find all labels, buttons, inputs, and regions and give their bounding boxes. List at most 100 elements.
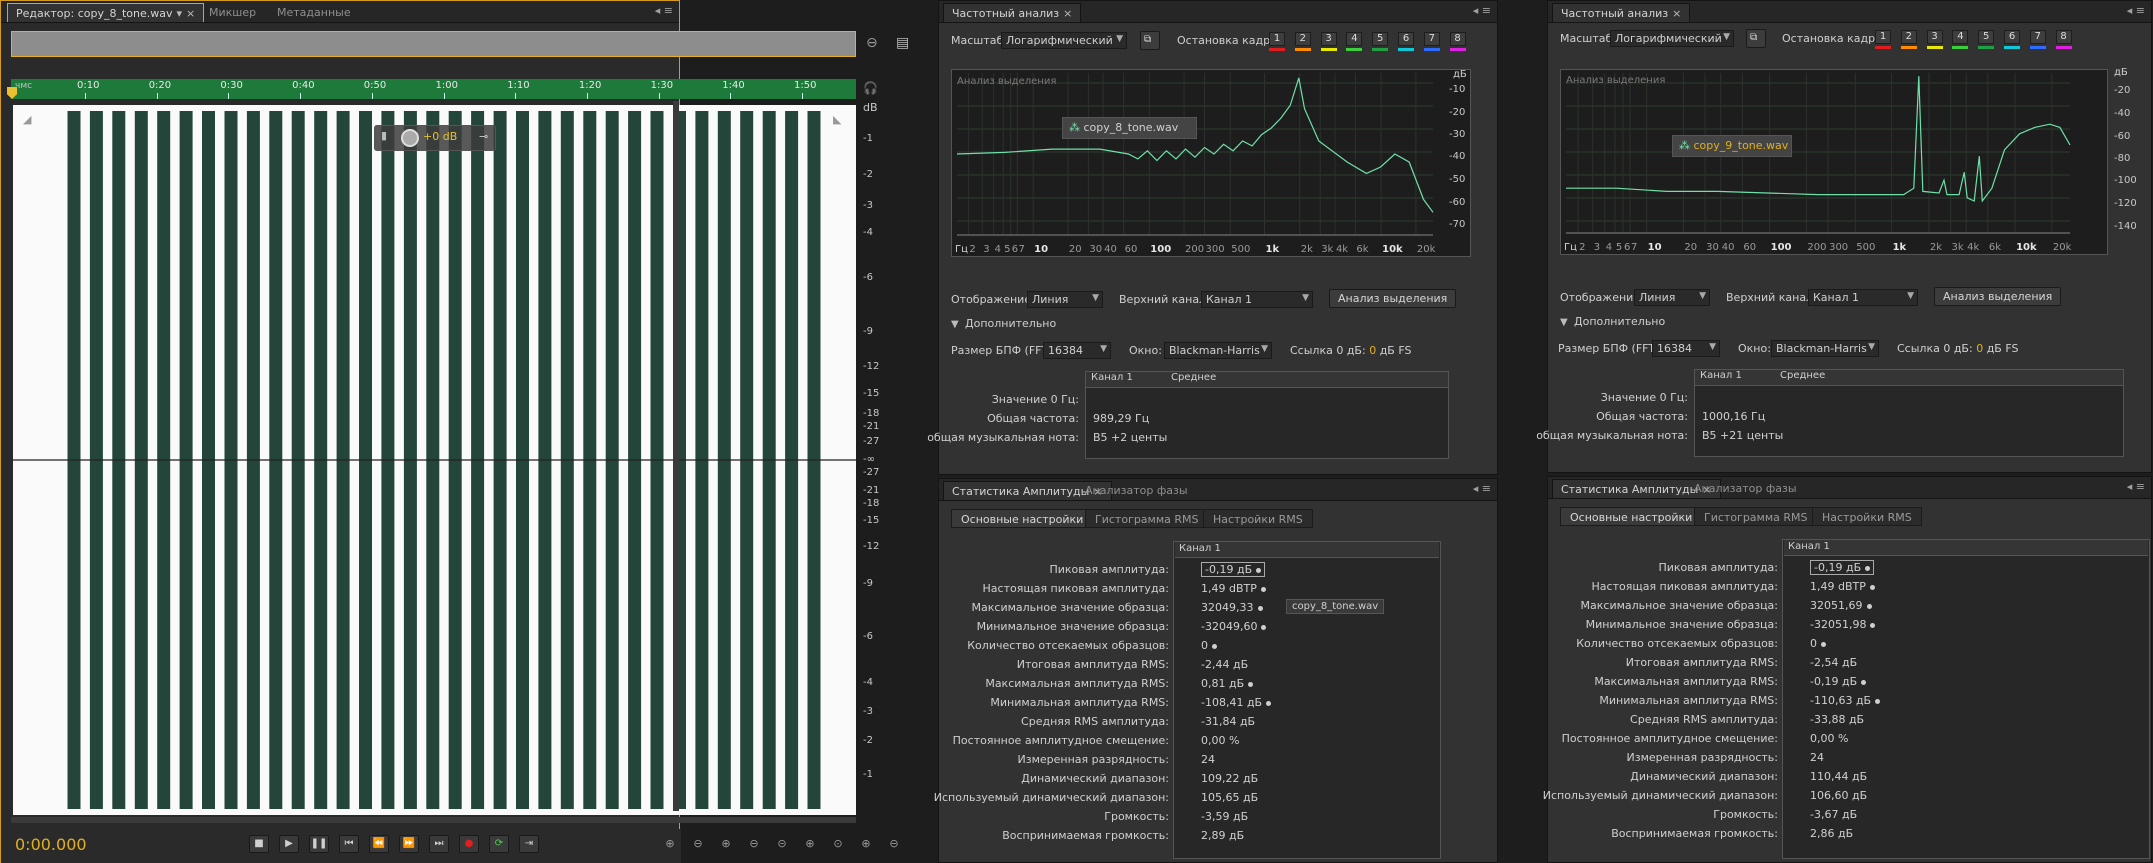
amp-row-value[interactable]: -0,19 дБ xyxy=(1201,562,1266,577)
marker-dot-icon[interactable] xyxy=(1821,641,1826,647)
expand-triangle-icon[interactable]: ▼ xyxy=(951,319,959,330)
hold-button-7[interactable]: 7 xyxy=(2029,30,2046,44)
zoom-in-point-icon[interactable]: ⊕ xyxy=(857,835,875,853)
skip-selection-button[interactable]: ⇥ xyxy=(519,835,539,853)
rewind-button[interactable]: ⏪ xyxy=(369,835,389,853)
advanced-label[interactable]: Дополнительно xyxy=(1574,315,1665,328)
panel-menu-icon[interactable]: ◂ ≡ xyxy=(655,4,673,17)
hold-button-5[interactable]: 5 xyxy=(1372,32,1389,46)
fast-forward-button[interactable]: ⏩ xyxy=(399,835,419,853)
tab-mixer[interactable]: Микшер xyxy=(201,3,264,22)
marker-dot-icon[interactable] xyxy=(1875,698,1881,704)
marker-dot-icon[interactable] xyxy=(1869,584,1875,590)
horizontal-scrollbar[interactable] xyxy=(11,817,856,823)
hold-button-5[interactable]: 5 xyxy=(1978,30,1995,44)
ref-value[interactable]: 0 xyxy=(1369,344,1376,357)
scale-dropdown[interactable]: Логарифмический ▼ xyxy=(1610,30,1734,47)
zoom-selection-icon[interactable]: ⊙ xyxy=(829,835,847,853)
marker-dot-icon[interactable] xyxy=(1257,605,1263,611)
skip-to-end-button[interactable]: ⏭ xyxy=(429,835,449,853)
marker-dot-icon[interactable] xyxy=(1261,624,1267,630)
fade-in-handle-icon[interactable]: ◢ xyxy=(23,113,31,126)
window-dropdown[interactable]: Blackman-Harris ▼ xyxy=(1771,340,1879,357)
pause-button[interactable]: ❚❚ xyxy=(309,835,329,853)
display-dropdown[interactable]: Линия ▼ xyxy=(1634,289,1710,306)
marker-dot-icon[interactable] xyxy=(1212,643,1217,649)
channel-dropdown[interactable]: Канал 1 ▼ xyxy=(1201,291,1313,308)
close-icon[interactable]: × xyxy=(1672,7,1681,20)
tab-freq-analysis-left[interactable]: Частотный анализ × xyxy=(943,3,1082,22)
scan-button[interactable]: ⧉ xyxy=(1746,29,1766,48)
stop-button[interactable]: ■ xyxy=(249,835,269,853)
hold-button-6[interactable]: 6 xyxy=(2004,30,2020,44)
hold-button-4[interactable]: 4 xyxy=(1346,32,1363,46)
tab-phase-analyzer-left[interactable]: Анализатор фазы xyxy=(1077,481,1196,500)
zoom-out-time-icon[interactable]: ⊖ xyxy=(745,835,763,853)
skip-to-start-button[interactable]: ⏮ xyxy=(339,835,359,853)
subtab-rms-histogram-right[interactable]: Гистограмма RMS xyxy=(1694,507,1818,526)
marker-dot-icon[interactable] xyxy=(1266,700,1272,706)
channel-dropdown[interactable]: Канал 1 ▼ xyxy=(1808,289,1918,306)
zoom-in-playhead-icon[interactable]: ⊕ xyxy=(801,835,819,853)
marker-dot-icon[interactable] xyxy=(1260,586,1266,592)
zoom-out-full-icon[interactable]: ⊝ xyxy=(773,835,791,853)
subtab-basic-left[interactable]: Основные настройки xyxy=(951,509,1094,528)
ref-value[interactable]: 0 xyxy=(1976,342,1983,355)
tab-phase-analyzer-right[interactable]: Анализатор фазы xyxy=(1686,479,1805,498)
display-dropdown[interactable]: Линия ▼ xyxy=(1027,291,1103,308)
zoom-navigator-icon[interactable]: ⊖ xyxy=(866,35,878,51)
hold-button-4[interactable]: 4 xyxy=(1952,30,1969,44)
fade-out-handle-icon[interactable]: ◣ xyxy=(833,113,841,126)
zoom-in-amplitude-icon[interactable]: ⊕ xyxy=(661,835,679,853)
panel-menu-icon[interactable]: ◂ ≡ xyxy=(2127,4,2145,17)
marker-dot-icon[interactable] xyxy=(1248,681,1254,687)
hold-button-1[interactable]: 1 xyxy=(1269,32,1285,46)
marker-dot-icon[interactable] xyxy=(1866,603,1872,609)
play-button[interactable]: ▶ xyxy=(279,835,299,853)
window-dropdown[interactable]: Blackman-Harris ▼ xyxy=(1164,342,1272,359)
subtab-rms-settings-right[interactable]: Настройки RMS xyxy=(1812,507,1922,526)
hold-button-7[interactable]: 7 xyxy=(1423,32,1440,46)
close-icon[interactable]: × xyxy=(1063,7,1072,20)
marker-dot-icon[interactable] xyxy=(1256,567,1262,573)
marker-dot-icon[interactable] xyxy=(1865,565,1871,571)
tab-editor[interactable]: Редактор: copy_8_tone.wav ▾ × xyxy=(7,3,205,22)
hold-button-8[interactable]: 8 xyxy=(2055,30,2072,44)
hold-button-6[interactable]: 6 xyxy=(1398,32,1414,46)
subtab-rms-histogram-left[interactable]: Гистограмма RMS xyxy=(1085,509,1209,528)
marker-dot-icon[interactable] xyxy=(1870,622,1876,628)
dropdown-arrow-icon[interactable]: ▾ xyxy=(177,7,183,20)
analyze-selection-button[interactable]: Анализ выделения xyxy=(1329,289,1457,308)
amp-row-value[interactable]: -0,19 дБ xyxy=(1810,560,1875,575)
pin-icon[interactable]: ⊸ xyxy=(479,130,488,143)
scale-dropdown[interactable]: Логарифмический ▼ xyxy=(1001,32,1127,49)
tab-metadata[interactable]: Метаданные xyxy=(269,3,359,22)
overview-bar[interactable] xyxy=(11,31,856,57)
vertical-scrollbar[interactable] xyxy=(673,101,679,811)
marker-dot-icon[interactable] xyxy=(1861,679,1867,685)
time-display[interactable]: 0:00.000 xyxy=(15,835,87,854)
tab-freq-analysis-right[interactable]: Частотный анализ × xyxy=(1552,3,1691,22)
subtab-basic-right[interactable]: Основные настройки xyxy=(1560,507,1703,526)
close-icon[interactable]: × xyxy=(186,7,195,20)
record-button[interactable]: ● xyxy=(459,835,479,853)
scan-button[interactable]: ⧉ xyxy=(1140,31,1160,50)
panel-menu-icon[interactable]: ◂ ≡ xyxy=(2127,480,2145,493)
volume-knob-icon[interactable] xyxy=(401,129,419,147)
hold-button-3[interactable]: 3 xyxy=(1320,32,1337,46)
expand-triangle-icon[interactable]: ▼ xyxy=(1560,317,1568,328)
hold-button-3[interactable]: 3 xyxy=(1926,30,1943,44)
fft-dropdown[interactable]: 16384 ▼ xyxy=(1043,342,1111,359)
fft-dropdown[interactable]: 16384 ▼ xyxy=(1652,340,1720,357)
zoom-navigator-list-icon[interactable]: ▤ xyxy=(896,35,909,51)
hold-button-2[interactable]: 2 xyxy=(1294,32,1311,46)
advanced-label[interactable]: Дополнительно xyxy=(965,317,1056,330)
panel-menu-icon[interactable]: ◂ ≡ xyxy=(1473,482,1491,495)
hold-button-8[interactable]: 8 xyxy=(1449,32,1466,46)
headphones-icon[interactable]: 🎧 xyxy=(863,81,878,95)
zoom-out-amplitude-icon[interactable]: ⊖ xyxy=(689,835,707,853)
analyze-selection-button[interactable]: Анализ выделения xyxy=(1934,287,2062,306)
zoom-in-time-icon[interactable]: ⊕ xyxy=(717,835,735,853)
subtab-rms-settings-left[interactable]: Настройки RMS xyxy=(1203,509,1313,528)
zoom-out-point-icon[interactable]: ⊖ xyxy=(885,835,903,853)
